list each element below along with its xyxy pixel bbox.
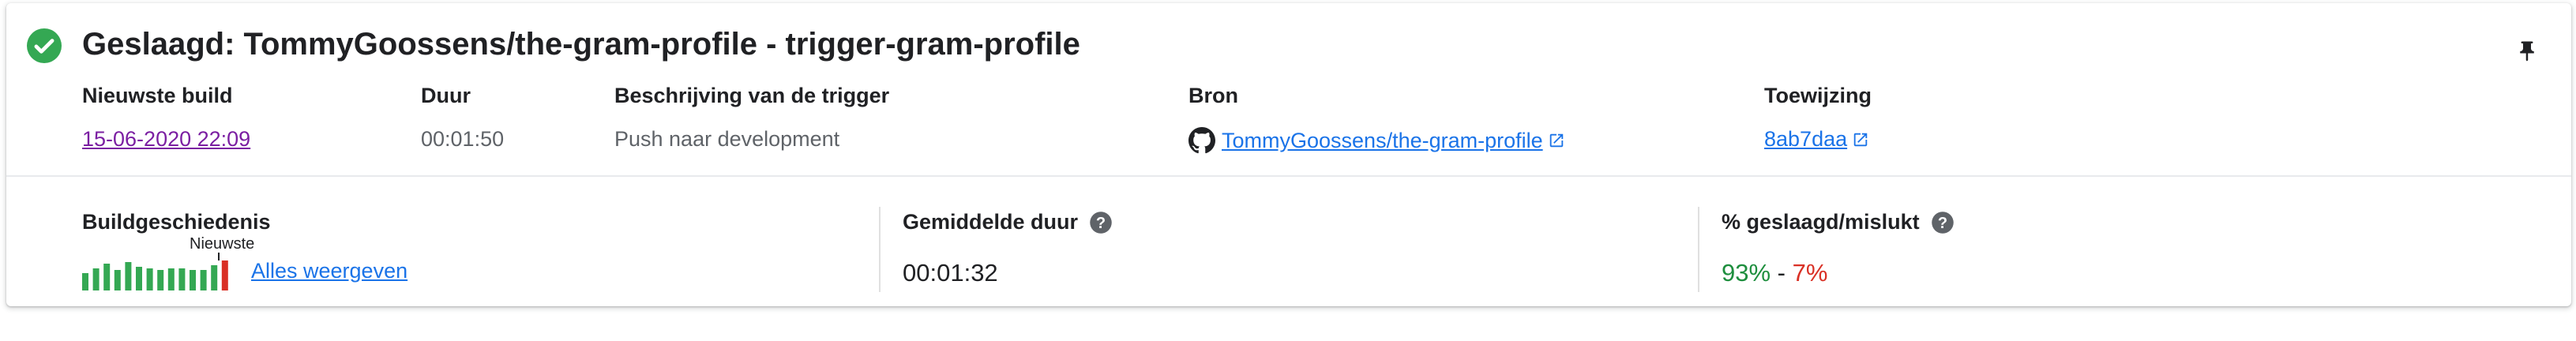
help-icon[interactable]: ? <box>1931 211 1955 234</box>
trigger-description-value: Push naar development <box>614 127 840 151</box>
average-duration-value: 00:01:32 <box>903 259 998 287</box>
commit-link[interactable]: 8ab7daa <box>1764 127 1847 152</box>
source-link[interactable]: TommyGoossens/the-gram-profile <box>1222 129 1543 153</box>
rate-separator: - <box>1771 259 1793 287</box>
field-duration: Duur 00:01:50 <box>421 84 504 152</box>
pass-fail-rate: 93% - 7% <box>1722 259 1827 287</box>
field-source: Bron TommyGoossens/the-gram-profile <box>1188 84 1565 154</box>
github-icon <box>1188 127 1215 154</box>
build-history-bar[interactable] <box>103 264 111 290</box>
failure-rate: 7% <box>1792 259 1828 287</box>
newest-build-label: Nieuwste build <box>82 84 233 107</box>
newest-marker-tick <box>218 253 220 260</box>
average-duration-label: Gemiddelde duur ? <box>903 210 1113 234</box>
external-link-icon[interactable] <box>1548 132 1565 149</box>
check-circle-icon <box>27 28 62 63</box>
build-header: Geslaagd: TommyGoossens/the-gram-profile… <box>6 3 2571 175</box>
newest-build-link[interactable]: 15-06-2020 22:09 <box>82 127 250 152</box>
svg-text:?: ? <box>1937 214 1947 231</box>
field-commit: Toewijzing 8ab7daa <box>1764 84 1872 152</box>
field-newest-build: Nieuwste build 15-06-2020 22:09 <box>82 84 250 152</box>
build-history-bar[interactable] <box>92 268 100 290</box>
field-trigger-description: Beschrijving van de trigger Push naar de… <box>614 84 889 152</box>
external-link-icon[interactable] <box>1852 131 1869 148</box>
duration-label: Duur <box>421 84 471 107</box>
newest-marker-label: Nieuwste <box>190 235 255 253</box>
build-history-bar[interactable] <box>190 270 196 290</box>
build-history-bar[interactable] <box>211 265 218 290</box>
pin-icon[interactable] <box>2515 39 2539 63</box>
duration-value: 00:01:50 <box>421 127 505 151</box>
build-summary-card: Geslaagd: TommyGoossens/the-gram-profile… <box>6 3 2571 306</box>
build-history-bars[interactable] <box>82 260 232 290</box>
build-history-bar[interactable] <box>221 260 228 290</box>
pass-fail-label: % geslaagd/mislukt ? <box>1722 210 1955 234</box>
column-divider <box>1698 207 1699 292</box>
build-history-bar[interactable] <box>167 268 175 290</box>
success-rate: 93% <box>1722 259 1771 287</box>
page-title: Geslaagd: TommyGoossens/the-gram-profile… <box>82 27 1080 62</box>
build-history-bar[interactable] <box>178 268 186 290</box>
build-history-bar[interactable] <box>136 267 142 290</box>
svg-text:?: ? <box>1096 214 1106 231</box>
help-icon[interactable]: ? <box>1089 211 1113 234</box>
build-history-bar[interactable] <box>82 273 88 290</box>
show-all-link[interactable]: Alles weergeven <box>251 259 407 283</box>
build-stats: Buildgeschiedenis Nieuwste Alles weergev… <box>6 177 2571 306</box>
build-history-bar[interactable] <box>114 270 121 290</box>
build-history-bar[interactable] <box>200 270 207 290</box>
build-history-label: Buildgeschiedenis <box>82 210 271 234</box>
build-history-bar[interactable] <box>157 270 164 290</box>
column-divider <box>879 207 881 292</box>
commit-label: Toewijzing <box>1764 84 1872 107</box>
source-label: Bron <box>1188 84 1238 107</box>
build-history-bar[interactable] <box>146 268 153 290</box>
trigger-description-label: Beschrijving van de trigger <box>614 84 890 107</box>
build-history-bar[interactable] <box>125 262 132 290</box>
